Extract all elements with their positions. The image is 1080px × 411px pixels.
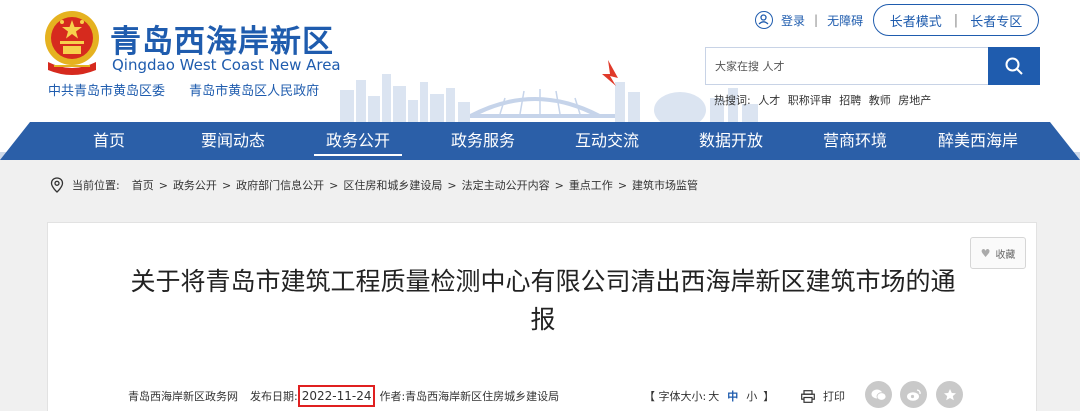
article-author: 作者:青岛西海岸新区住房城乡建设局: [379, 390, 560, 403]
nav-gov-service[interactable]: 政务服务: [436, 122, 530, 160]
elder-care-box: 长者模式 | 长者专区: [873, 4, 1039, 36]
breadcrumb-separator: >: [158, 178, 168, 192]
font-small-button[interactable]: 小: [746, 388, 757, 404]
party-committee-link[interactable]: 中共青岛市黄岛区委: [48, 84, 165, 99]
print-button[interactable]: 打印: [801, 385, 845, 407]
breadcrumb: 当前位置: 首页 > 政务公开 > 政府部门信息公开 > 区住房和城乡建设局 >…: [0, 166, 1080, 204]
favorite-button[interactable]: ♥ 收藏: [970, 237, 1026, 269]
skyline-illustration: [340, 60, 758, 126]
search-box: [705, 47, 1040, 85]
login-link[interactable]: 登录: [781, 12, 805, 29]
breadcrumb-separator: >: [447, 178, 457, 192]
article-meta: 青岛西海岸新区政务网 发布日期: 2022-11-24 作者:青岛西海岸新区住房…: [128, 385, 559, 407]
nav-home[interactable]: 首页: [62, 122, 156, 160]
article-title: 关于将青岛市建筑工程质量检测中心有限公司清出西海岸新区建筑市场的通报: [130, 267, 956, 334]
breadcrumb-separator: >: [554, 178, 564, 192]
search-button[interactable]: [988, 47, 1040, 85]
breadcrumb-label: 当前位置:: [72, 179, 120, 192]
hot-word[interactable]: 教师: [869, 94, 891, 107]
top-links: 登录 | 无障碍: [755, 9, 863, 31]
wechat-share-icon[interactable]: [865, 381, 892, 408]
hot-word[interactable]: 人才: [758, 94, 780, 107]
breadcrumb-separator: >: [221, 178, 232, 192]
national-emblem-logo: [45, 11, 99, 75]
hot-search-label: 热搜词:: [714, 94, 751, 107]
government-links: 中共青岛市黄岛区委 青岛市黄岛区人民政府: [48, 80, 339, 99]
location-pin-icon: [50, 177, 64, 193]
nav-background: [0, 122, 1080, 160]
elder-mode-link[interactable]: 长者模式: [890, 11, 942, 30]
nav-west-coast[interactable]: 醉美西海岸: [922, 122, 1034, 160]
print-label: 打印: [823, 390, 845, 403]
breadcrumb-item[interactable]: 建筑市场监管: [632, 177, 698, 193]
article-panel: ♥ 收藏 关于将青岛市建筑工程质量检测中心有限公司清出西海岸新区建筑市场的通报 …: [47, 222, 1037, 411]
favorite-label: 收藏: [995, 249, 1016, 261]
nav-gov-affairs-open[interactable]: 政务公开: [314, 122, 402, 160]
publish-date-label: 发布日期:: [250, 390, 298, 403]
breadcrumb-separator: >: [617, 178, 628, 192]
font-size-bracket: 】: [763, 390, 775, 403]
hot-search: 热搜词: 人才 职称评审 招聘 教师 房地产: [714, 92, 935, 108]
elder-zone-link[interactable]: 长者专区: [970, 11, 1022, 30]
government-link[interactable]: 青岛市黄岛区人民政府: [189, 84, 319, 99]
font-size-control: 【 字体大小: 大 中 小 】: [644, 385, 774, 407]
nav-news[interactable]: 要闻动态: [186, 122, 280, 160]
font-medium-button[interactable]: 中: [727, 388, 738, 404]
hot-word[interactable]: 职称评审: [788, 94, 832, 107]
font-large-button[interactable]: 大: [708, 388, 719, 404]
weibo-share-icon[interactable]: [900, 381, 927, 408]
nav-business-env[interactable]: 营商环境: [808, 122, 902, 160]
hot-word[interactable]: 招聘: [839, 94, 861, 107]
breadcrumb-item[interactable]: 重点工作: [569, 177, 613, 193]
user-icon[interactable]: [755, 11, 773, 29]
search-icon: [1005, 57, 1023, 75]
breadcrumb-item[interactable]: 政务公开: [173, 177, 217, 193]
publish-date: 2022-11-24: [297, 385, 376, 407]
site-subtitle: Qingdao West Coast New Area: [112, 56, 341, 74]
breadcrumb-item[interactable]: 政府部门信息公开: [236, 177, 324, 193]
site-title[interactable]: 青岛西海岸新区: [110, 16, 334, 61]
hot-word[interactable]: 房地产: [898, 94, 931, 107]
separator: |: [814, 13, 819, 27]
heart-icon: ♥: [980, 246, 991, 260]
font-size-label: 【 字体大小:: [644, 390, 707, 403]
star-share-icon[interactable]: [936, 381, 963, 408]
breadcrumb-item[interactable]: 首页: [132, 177, 154, 193]
printer-icon: [801, 389, 815, 403]
breadcrumb-item[interactable]: 区住房和城乡建设局: [343, 177, 442, 193]
separator: |: [953, 12, 959, 28]
main-navigation: 首页 要闻动态 政务公开 政务服务 互动交流 数据开放 营商环境 醉美西海岸: [0, 122, 1080, 160]
breadcrumb-item[interactable]: 法定主动公开内容: [462, 177, 550, 193]
nav-open-data[interactable]: 数据开放: [684, 122, 778, 160]
nav-interaction[interactable]: 互动交流: [560, 122, 654, 160]
accessibility-link[interactable]: 无障碍: [827, 12, 863, 29]
article-source: 青岛西海岸新区政务网: [128, 390, 238, 403]
search-input[interactable]: [706, 48, 988, 84]
breadcrumb-separator: >: [329, 178, 339, 192]
